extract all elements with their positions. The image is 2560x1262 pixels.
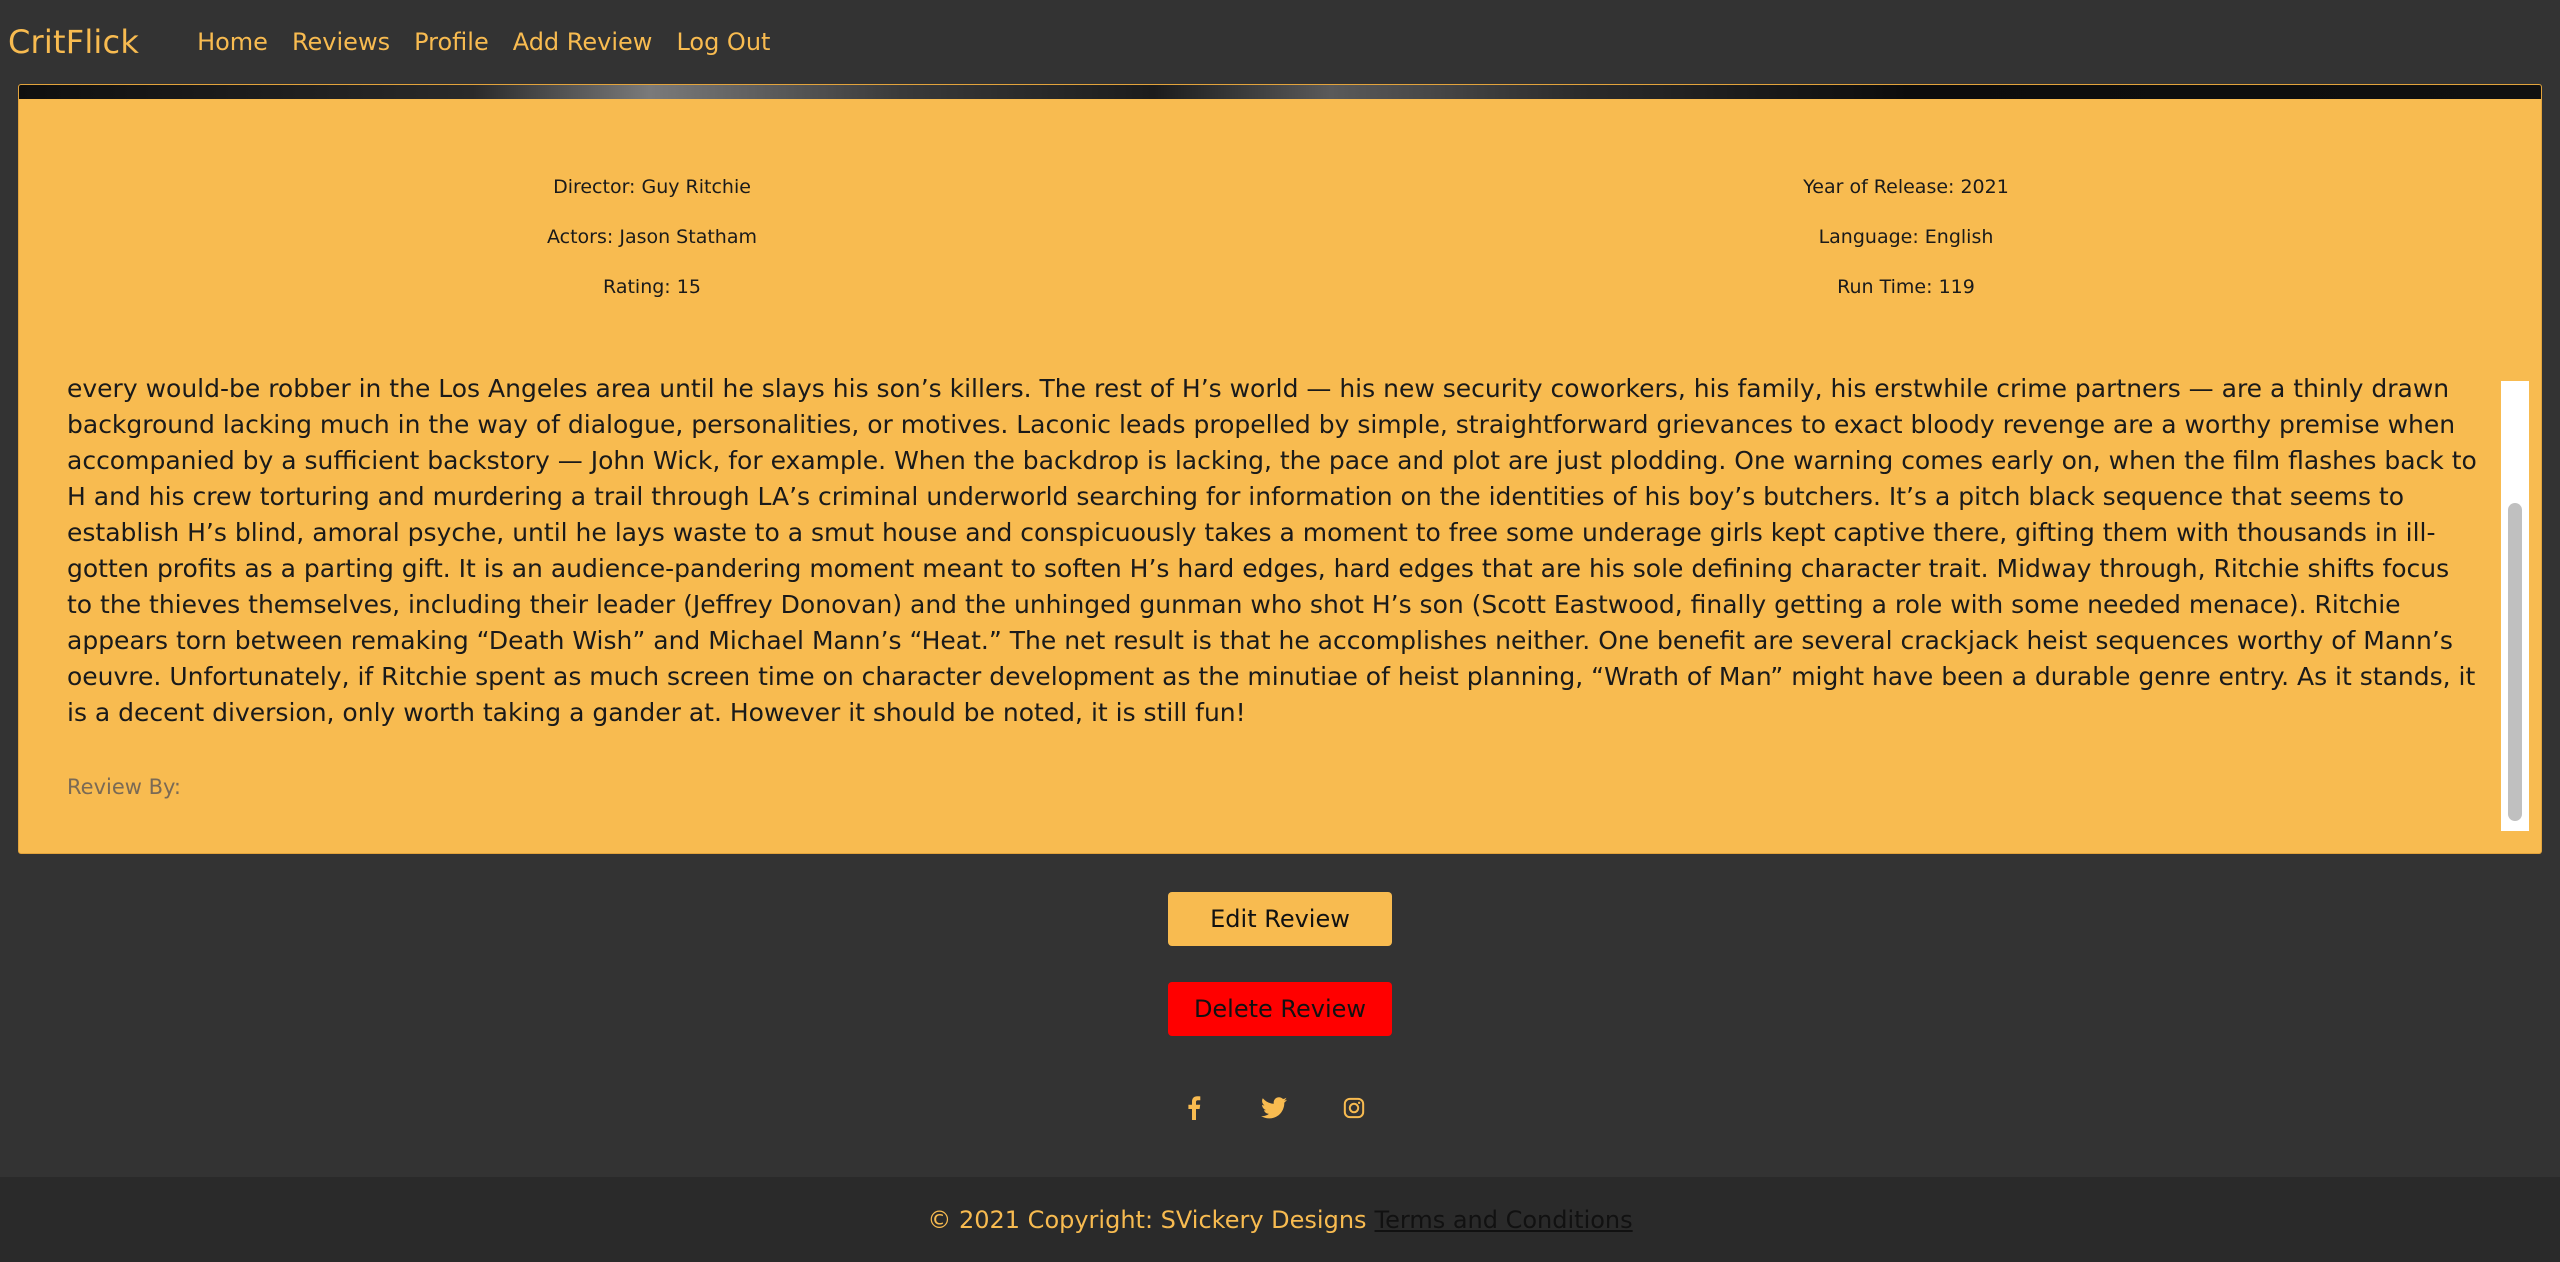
review-body-text: every would-be robber in the Los Angeles…	[67, 375, 2477, 727]
review-by-label: Review By:	[67, 775, 181, 799]
copyright-text: © 2021 Copyright: SVickery Designs	[927, 1205, 1367, 1234]
nav-log-out[interactable]: Log Out	[676, 28, 770, 56]
review-scroll-area[interactable]: every would-be robber in the Los Angeles…	[67, 375, 2477, 841]
actors-text: Actors: Jason Statham	[547, 226, 757, 248]
review-scrollbar[interactable]	[2501, 381, 2529, 831]
movie-details: Director: Guy Ritchie Actors: Jason Stat…	[19, 177, 2541, 327]
movie-review-card: Director: Guy Ritchie Actors: Jason Stat…	[18, 84, 2542, 854]
rating-text: Rating: 15	[603, 276, 701, 298]
facebook-icon[interactable]	[1180, 1094, 1208, 1122]
nav-profile[interactable]: Profile	[414, 28, 489, 56]
footer: © 2021 Copyright: SVickery Designs Terms…	[0, 1177, 2560, 1262]
year-text: Year of Release: 2021	[1803, 176, 2009, 198]
edit-review-button[interactable]: Edit Review	[1168, 892, 1392, 946]
delete-review-button[interactable]: Delete Review	[1168, 982, 1392, 1036]
brand-logo[interactable]: CritFlick	[8, 23, 139, 61]
navbar: CritFlick Home Reviews Profile Add Revie…	[0, 0, 2560, 84]
twitter-icon[interactable]	[1260, 1094, 1288, 1122]
movie-poster-image	[19, 85, 2541, 99]
movie-details-right: Year of Release: 2021 Language: English …	[1606, 177, 2206, 327]
runtime-text: Run Time: 119	[1837, 276, 1975, 298]
instagram-icon[interactable]	[1340, 1094, 1368, 1122]
nav-add-review[interactable]: Add Review	[513, 28, 653, 56]
scrollbar-thumb[interactable]	[2508, 503, 2522, 821]
movie-details-left: Director: Guy Ritchie Actors: Jason Stat…	[352, 177, 952, 327]
language-text: Language: English	[1818, 226, 1994, 248]
nav-reviews[interactable]: Reviews	[292, 28, 390, 56]
nav-home[interactable]: Home	[197, 28, 268, 56]
director-text: Director: Guy Ritchie	[553, 176, 751, 198]
social-links	[1180, 1094, 1380, 1122]
terms-link[interactable]: Terms and Conditions	[1375, 1206, 1633, 1234]
